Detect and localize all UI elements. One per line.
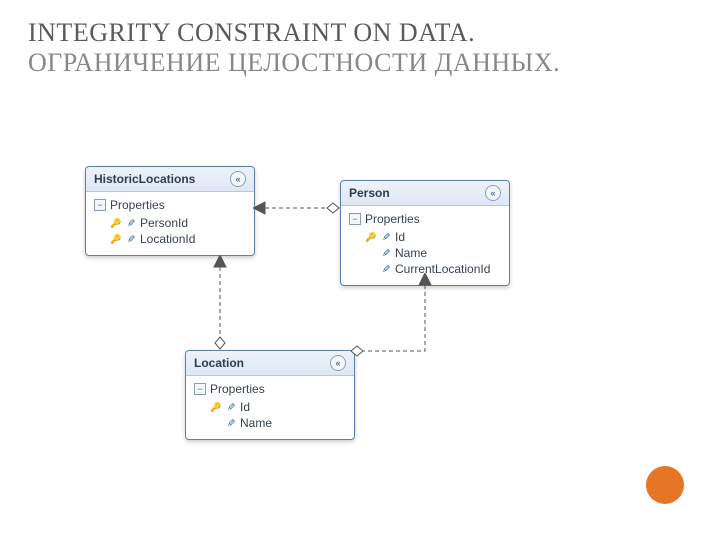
property-name: CurrentLocationId: [395, 262, 490, 276]
collapse-icon[interactable]: −: [194, 383, 206, 395]
key-icon: 🔑: [365, 232, 375, 243]
list-item: ✎ CurrentLocationId: [347, 261, 503, 277]
entity-body: − Properties 🔑 ✎ Id ✎ Name ✎ CurrentLoca…: [341, 206, 509, 285]
chevron-icon[interactable]: «: [485, 185, 501, 201]
diamond-icon: [327, 203, 339, 213]
list-item: 🔑 ✎ Id: [192, 399, 348, 415]
list-item: 🔑 ✎ Id: [347, 229, 503, 245]
property-name: Id: [395, 230, 405, 244]
section-label: − Properties: [347, 210, 503, 229]
entity-title: Location: [194, 356, 244, 370]
er-diagram: HistoricLocations « − Properties 🔑 ✎ Per…: [85, 160, 585, 490]
property-name: Name: [240, 416, 272, 430]
entity-title: Person: [349, 186, 390, 200]
title-area: INTEGRITY CONSTRAINT ON DATA. ОГРАНИЧЕНИ…: [0, 0, 720, 78]
list-item: ✎ Name: [192, 415, 348, 431]
section-text: Properties: [210, 382, 265, 396]
property-name: Id: [240, 400, 250, 414]
connector-line: [363, 285, 425, 351]
entity-header: Person «: [341, 181, 509, 206]
key-icon: 🔑: [210, 402, 220, 413]
chevron-icon[interactable]: «: [230, 171, 246, 187]
list-item: 🔑 ✎ LocationId: [92, 231, 248, 247]
section-text: Properties: [110, 198, 165, 212]
property-icon: ✎: [380, 264, 391, 274]
arrowhead-icon: [214, 255, 226, 267]
entity-header: Location «: [186, 351, 354, 376]
property-name: PersonId: [140, 216, 188, 230]
property-name: Name: [395, 246, 427, 260]
accent-dot: [646, 466, 684, 504]
property-icon: ✎: [380, 232, 391, 242]
section-label: − Properties: [192, 380, 348, 399]
entity-location: Location « − Properties 🔑 ✎ Id ✎ Name: [185, 350, 355, 440]
entity-body: − Properties 🔑 ✎ PersonId 🔑 ✎ LocationId: [86, 192, 254, 255]
property-icon: ✎: [125, 218, 136, 228]
key-icon: 🔑: [110, 234, 120, 245]
entity-body: − Properties 🔑 ✎ Id ✎ Name: [186, 376, 354, 439]
property-icon: ✎: [380, 248, 391, 258]
collapse-icon[interactable]: −: [349, 213, 361, 225]
entity-historic-locations: HistoricLocations « − Properties 🔑 ✎ Per…: [85, 166, 255, 256]
chevron-icon[interactable]: «: [330, 355, 346, 371]
list-item: 🔑 ✎ PersonId: [92, 215, 248, 231]
property-icon: ✎: [225, 402, 236, 412]
key-icon: 🔑: [110, 218, 120, 229]
list-item: ✎ Name: [347, 245, 503, 261]
property-icon: ✎: [125, 234, 136, 244]
title-line-2: ОГРАНИЧЕНИЕ ЦЕЛОСТНОСТИ ДАННЫХ.: [28, 48, 692, 78]
property-name: LocationId: [140, 232, 195, 246]
property-icon: ✎: [225, 418, 236, 428]
entity-person: Person « − Properties 🔑 ✎ Id ✎ Name ✎ Cu…: [340, 180, 510, 286]
entity-title: HistoricLocations: [94, 172, 195, 186]
diamond-icon: [215, 337, 225, 349]
collapse-icon[interactable]: −: [94, 199, 106, 211]
section-label: − Properties: [92, 196, 248, 215]
connector-historic-person: [253, 190, 343, 230]
section-text: Properties: [365, 212, 420, 226]
title-line-1: INTEGRITY CONSTRAINT ON DATA.: [28, 18, 692, 48]
connector-historic-location: [185, 255, 255, 355]
entity-header: HistoricLocations «: [86, 167, 254, 192]
